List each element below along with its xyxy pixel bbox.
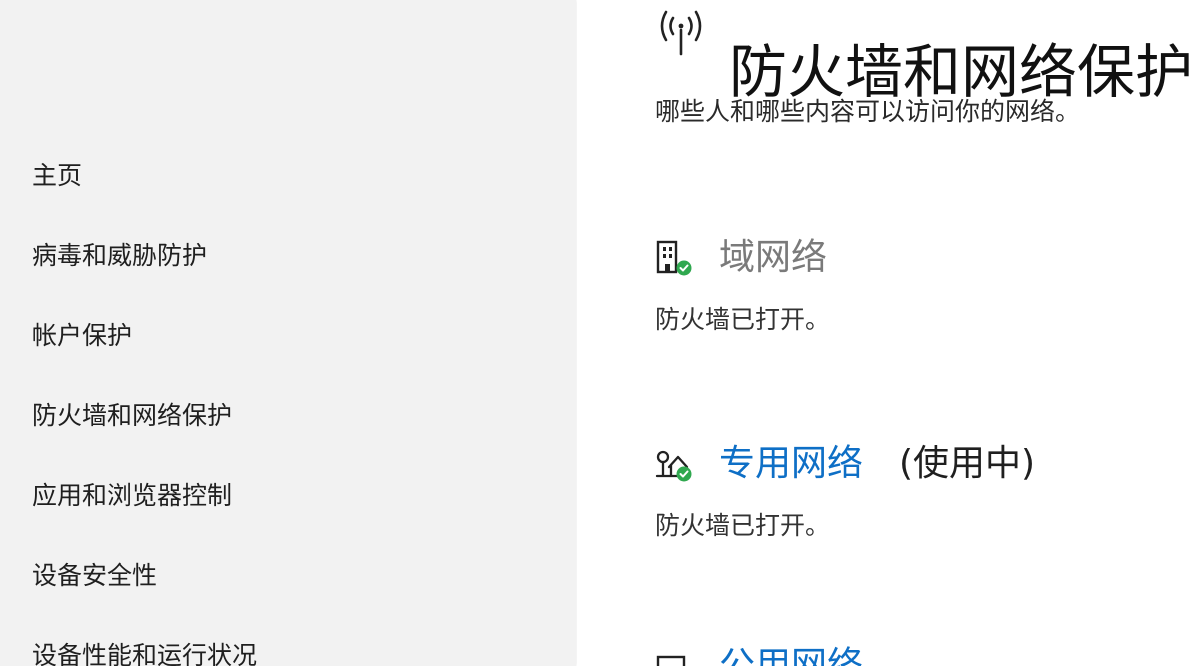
- sidebar-item-account-protection[interactable]: 帐户保护: [32, 316, 132, 356]
- domain-network-section: 域网络 防火墙已打开。: [655, 232, 1200, 334]
- public-network-section: 公用网络: [655, 640, 1200, 666]
- private-network-section: 专用网络 (使用中) 防火墙已打开。: [655, 438, 1200, 540]
- public-network-bench-icon: [655, 647, 693, 666]
- sidebar-item-firewall-network[interactable]: 防火墙和网络保护: [32, 396, 232, 436]
- public-network-link[interactable]: 公用网络: [719, 642, 863, 666]
- domain-network-title: 域网络: [719, 237, 828, 278]
- domain-network-building-icon: [655, 239, 693, 277]
- private-network-link[interactable]: 专用网络: [719, 440, 863, 488]
- sidebar-item-virus-threat-protection[interactable]: 病毒和威胁防护: [32, 236, 207, 276]
- wireless-antenna-icon: [655, 8, 707, 56]
- private-network-status: 防火墙已打开。: [655, 511, 831, 540]
- private-network-in-use-label: (使用中): [899, 443, 1036, 484]
- sidebar: 主页 病毒和威胁防护 帐户保护 防火墙和网络保护 应用和浏览器控制 设备安全性 …: [0, 0, 576, 666]
- main-content: 防火墙和网络保护 哪些人和哪些内容可以访问你的网络。 域网络 防火墙已打开。 专…: [577, 0, 1200, 666]
- domain-network-status: 防火墙已打开。: [655, 305, 831, 334]
- private-network-home-icon: [655, 445, 693, 483]
- sidebar-item-app-browser-control[interactable]: 应用和浏览器控制: [32, 476, 232, 516]
- page-subtitle: 哪些人和哪些内容可以访问你的网络。: [655, 97, 1081, 126]
- sidebar-item-device-performance[interactable]: 设备性能和运行状况: [32, 636, 257, 666]
- sidebar-item-home[interactable]: 主页: [32, 156, 82, 196]
- sidebar-item-device-security[interactable]: 设备安全性: [32, 556, 157, 596]
- windows-security-window: 主页 病毒和威胁防护 帐户保护 防火墙和网络保护 应用和浏览器控制 设备安全性 …: [0, 0, 1200, 666]
